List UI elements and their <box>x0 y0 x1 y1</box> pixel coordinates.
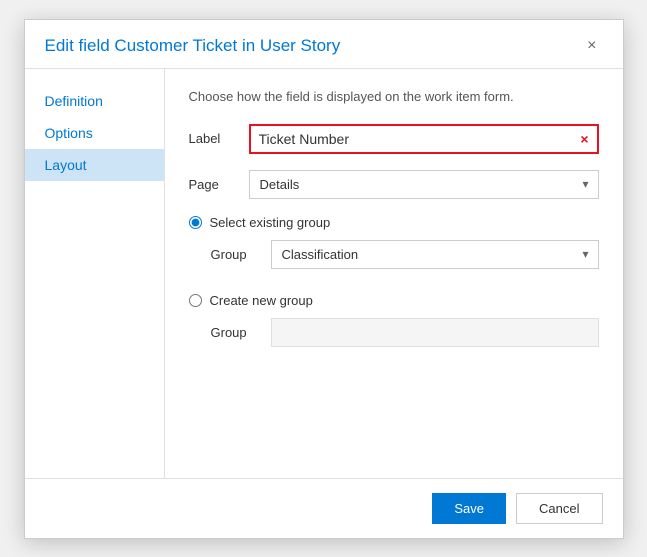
page-label: Page <box>189 177 249 192</box>
page-select[interactable]: Details <box>249 170 599 199</box>
group-row-existing: Group Classification ▾ <box>189 240 599 269</box>
sidebar-item-options[interactable]: Options <box>25 117 164 149</box>
dialog-title: Edit field Customer Ticket in User Story <box>45 36 341 56</box>
new-group-input <box>271 318 599 347</box>
clear-icon[interactable]: × <box>572 127 596 151</box>
radio-row-existing: Select existing group <box>189 215 599 230</box>
label-input[interactable] <box>251 126 573 152</box>
radio-section-new: Create new group Group <box>189 293 599 359</box>
cancel-button[interactable]: Cancel <box>516 493 602 524</box>
label-row: Label × <box>189 124 599 154</box>
radio-existing-label[interactable]: Select existing group <box>210 215 331 230</box>
page-select-wrapper: Details ▾ <box>249 170 599 199</box>
main-content: Choose how the field is displayed on the… <box>165 69 623 478</box>
dialog-footer: Save Cancel <box>25 478 623 538</box>
radio-existing[interactable] <box>189 216 202 229</box>
group-select-wrapper: Classification ▾ <box>271 240 599 269</box>
dialog-body: Definition Options Layout Choose how the… <box>25 69 623 478</box>
dialog: Edit field Customer Ticket in User Story… <box>24 19 624 539</box>
group-label-new: Group <box>211 325 271 340</box>
save-button[interactable]: Save <box>432 493 506 524</box>
group-label-existing: Group <box>211 247 271 262</box>
dialog-header: Edit field Customer Ticket in User Story… <box>25 20 623 69</box>
radio-row-new: Create new group <box>189 293 599 308</box>
radio-new[interactable] <box>189 294 202 307</box>
radio-new-label[interactable]: Create new group <box>210 293 313 308</box>
description-text: Choose how the field is displayed on the… <box>189 89 599 104</box>
sidebar-item-definition[interactable]: Definition <box>25 85 164 117</box>
sidebar-item-layout[interactable]: Layout <box>25 149 164 181</box>
page-row: Page Details ▾ <box>189 170 599 199</box>
label-input-wrapper: × <box>249 124 599 154</box>
group-select[interactable]: Classification <box>271 240 599 269</box>
close-button[interactable]: × <box>581 36 602 56</box>
radio-section-existing: Select existing group Group Classificati… <box>189 215 599 281</box>
group-row-new: Group <box>189 318 599 347</box>
label-field-label: Label <box>189 131 249 146</box>
sidebar: Definition Options Layout <box>25 69 165 478</box>
